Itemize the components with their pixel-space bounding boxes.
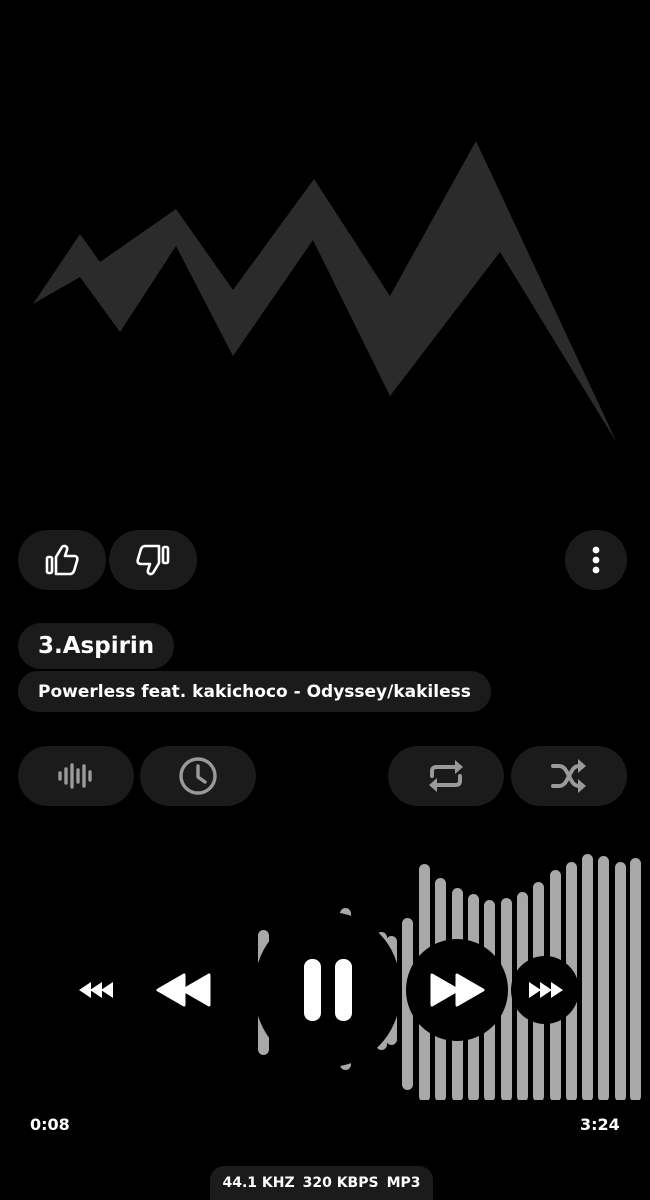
fast-forward-icon (430, 973, 485, 1007)
track-title-text: 3.Aspirin (38, 633, 155, 659)
rewind-button[interactable] (148, 960, 220, 1020)
repeat-icon (429, 760, 463, 792)
thumbs-up-icon (45, 544, 79, 576)
elapsed-time: 0:08 (30, 1115, 70, 1134)
skip-back-icon (79, 982, 113, 998)
track-subtitle: Powerless feat. kakichoco - Odyssey/kaki… (18, 671, 491, 712)
audio-quality-badge: 44.1 KHZ 320 KBPS MP3 (210, 1166, 433, 1200)
visualizer-bar (598, 856, 609, 1100)
rewind-icon (156, 973, 211, 1007)
sample-rate: 44.1 KHZ (222, 1175, 295, 1191)
more-vertical-icon (592, 546, 600, 574)
waveform-icon (58, 763, 92, 789)
skip-forward-icon (529, 982, 563, 998)
like-button[interactable] (18, 530, 106, 590)
sleep-timer-button[interactable] (140, 746, 256, 806)
shuffle-icon (551, 759, 586, 793)
more-options-button[interactable] (565, 530, 627, 590)
visualizer-bar (630, 858, 641, 1100)
track-title: 3.Aspirin (18, 623, 175, 669)
album-artwork (33, 141, 617, 443)
pause-icon (303, 958, 352, 1021)
visualizer-bar (615, 862, 626, 1100)
bitrate: 320 KBPS (302, 1175, 379, 1191)
skip-back-button[interactable] (70, 970, 124, 1010)
thumbs-down-icon (136, 544, 170, 576)
fast-forward-button[interactable] (406, 939, 508, 1041)
repeat-button[interactable] (388, 746, 504, 806)
equalizer-button[interactable] (18, 746, 134, 806)
pause-button[interactable] (255, 912, 400, 1067)
track-subtitle-text: Powerless feat. kakichoco - Odyssey/kaki… (38, 681, 471, 702)
visualizer-bar (582, 854, 593, 1100)
duration-time: 3:24 (580, 1115, 620, 1134)
file-format: MP3 (386, 1175, 421, 1191)
dislike-button[interactable] (109, 530, 197, 590)
shuffle-button[interactable] (511, 746, 627, 806)
clock-icon (179, 757, 217, 795)
skip-forward-button[interactable] (511, 956, 579, 1024)
